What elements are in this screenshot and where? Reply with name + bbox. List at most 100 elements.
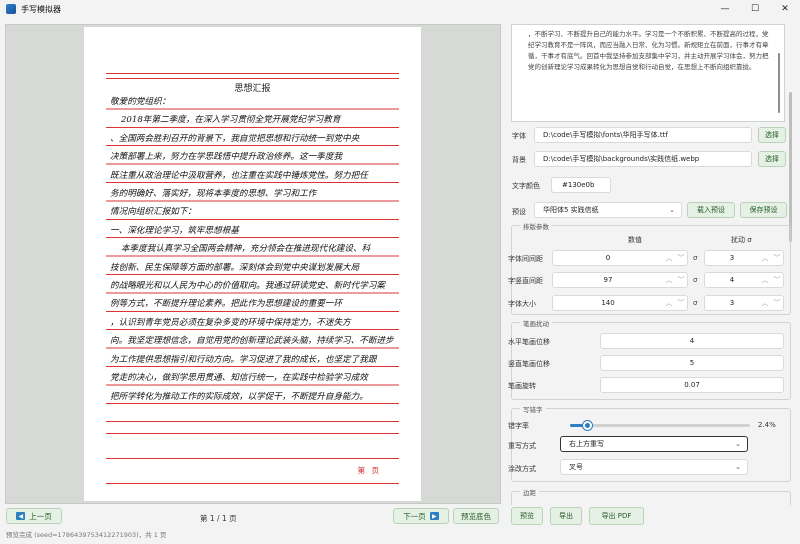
typo-rate-label: 错字率: [508, 422, 529, 430]
handwritten-body: 敬爱的党组织： 2018年第二季度，在深入学习贯彻全党开展党纪学习教育 、全国两会…: [110, 93, 395, 433]
preview-button[interactable]: 预览: [511, 507, 543, 525]
decrement-icon[interactable]: ﹀: [675, 275, 687, 285]
minimize-button[interactable]: —: [710, 0, 740, 18]
text-input-area[interactable]: ，不断学习、不断提升自己的能力水平。学习是一个不断积累、不断提高的过程，党纪学习…: [511, 24, 785, 122]
handwritten-line: 把所学转化为推动工作的实际成效，以学促干，不断提升自身能力。: [110, 391, 368, 402]
close-button[interactable]: ✕: [770, 0, 800, 18]
chevron-down-icon: ⌄: [735, 463, 741, 471]
layout-params-group: 排版参数 数值 扰动 σ 字体间间距 0 ︿ ﹀ σ 3 ︿ ﹀ 字竖直间距 9…: [508, 221, 791, 315]
increment-icon[interactable]: ︿: [663, 298, 675, 308]
next-page-button[interactable]: 下一页 ▶: [393, 508, 449, 524]
char-spacing-value: 0: [605, 254, 611, 262]
settings-panel: ，不断学习、不断提升自己的能力水平。学习是一个不断积累、不断提高的过程，党纪学习…: [506, 24, 794, 505]
font-size-spinbox[interactable]: 140 ︿ ﹀: [552, 295, 688, 311]
line-spacing-spinbox[interactable]: 97 ︿ ﹀: [552, 272, 688, 288]
background-path-field[interactable]: D:\code\手写模拟\backgrounds\实践信纸.webp: [534, 151, 752, 167]
erase-mode-select[interactable]: 叉号 ⌄: [560, 459, 748, 475]
char-spacing-label: 字体间间距: [508, 255, 543, 263]
decrement-icon[interactable]: ﹀: [675, 298, 687, 308]
handwritten-line: 务的明确好、落实好，现将本季度的思想、学习和工作: [110, 189, 317, 200]
font-select-button[interactable]: 选择: [758, 127, 786, 143]
font-label: 字体: [512, 132, 526, 140]
panel-scrollbar[interactable]: [789, 92, 792, 242]
text-input-content: ，不断学习、不断提升自己的能力水平。学习是一个不断积累、不断提高的过程，党纪学习…: [528, 30, 769, 71]
handwritten-line: ，认识到青年党员必须在复杂多变的环境中保持定力，不迷失方: [110, 317, 351, 328]
char-spacing-jitter-value: 3: [729, 254, 735, 262]
window-controls: — ☐ ✕: [710, 0, 800, 18]
increment-icon[interactable]: ︿: [759, 298, 771, 308]
line-spacing-jitter-value: 4: [729, 276, 735, 284]
text-color-field[interactable]: #130e0b: [551, 177, 611, 193]
font-size-jitter-spinbox[interactable]: 3 ︿ ﹀: [704, 295, 784, 311]
decrement-icon[interactable]: ﹀: [771, 275, 783, 285]
value-column-header: 数值: [628, 236, 642, 244]
rewrite-mode-select[interactable]: 右上方重写 ⌄: [560, 436, 748, 452]
chevron-down-icon: ⌄: [669, 206, 675, 214]
load-preset-button[interactable]: 载入预设: [687, 202, 735, 218]
handwritten-line: 既注重从政治理论中汲取营养，也注重在实践中锤炼党性。努力把任: [110, 170, 368, 181]
next-arrow-icon: ▶: [429, 512, 439, 520]
rewrite-mode-value: 右上方重写: [569, 440, 604, 448]
sigma-symbol: σ: [693, 299, 698, 307]
handwritten-line: 决策部署上来，努力在学思践悟中提升政治修养。这一季度我: [110, 152, 343, 163]
margin-group-title: 边距: [520, 487, 539, 497]
paper-footer-lines: [106, 433, 399, 459]
char-spacing-spinbox[interactable]: 0 ︿ ﹀: [552, 250, 688, 266]
preset-value: 华阳体5 实践信纸: [543, 206, 599, 214]
export-pdf-button[interactable]: 导出 PDF: [589, 507, 644, 525]
rewrite-mode-label: 重写方式: [508, 442, 536, 450]
margin-group: 边距: [511, 487, 791, 505]
increment-icon[interactable]: ︿: [759, 275, 771, 285]
erase-mode-label: 涂改方式: [508, 465, 536, 473]
line-spacing-label: 字竖直间距: [508, 277, 543, 285]
typo-group-title: 写错字: [520, 404, 546, 414]
char-spacing-jitter-spinbox[interactable]: 3 ︿ ﹀: [704, 250, 784, 266]
preset-select[interactable]: 华阳体5 实践信纸 ⌄: [534, 202, 682, 218]
line-spacing-jitter-spinbox[interactable]: 4 ︿ ﹀: [704, 272, 784, 288]
preview-bg-button[interactable]: 预览底色: [453, 508, 499, 524]
background-select-button[interactable]: 选择: [758, 151, 786, 167]
page-indicator: 第 1 / 1 页: [200, 514, 237, 523]
erase-mode-value: 叉号: [569, 463, 583, 471]
decrement-icon[interactable]: ﹀: [675, 253, 687, 263]
handwritten-line: 例等方式，不断提升理论素养。把此作为思想建设的重要一环: [110, 299, 343, 310]
typo-group: 写错字 错字率 2.4% 重写方式 右上方重写 ⌄ 涂改方式 叉号 ⌄: [508, 404, 791, 482]
font-path-field[interactable]: D:\code\手写模拟\fonts\华阳手写体.ttf: [534, 127, 752, 143]
paper-page: 思想汇报 敬爱的党组织： 2018年第二季度，在深入学习贯彻全党开展党纪学习教育…: [84, 27, 421, 501]
export-button[interactable]: 导出: [550, 507, 582, 525]
maximize-button[interactable]: ☐: [740, 0, 770, 18]
sigma-symbol: σ: [693, 254, 698, 262]
stroke-rotation-label: 笔画旋转: [508, 382, 536, 390]
handwritten-line: 情况向组织汇报如下：: [110, 207, 196, 218]
prev-page-button[interactable]: ◀ 上一页: [6, 508, 62, 524]
background-label: 背景: [512, 156, 526, 164]
handwritten-line: 为工作提供思想指引和行动方向。学习促进了我的成长，也坚定了我跟: [110, 354, 377, 365]
vertical-offset-field[interactable]: 5: [600, 355, 784, 371]
title-bar: 手写模拟器 — ☐ ✕: [0, 0, 800, 18]
decrement-icon[interactable]: ﹀: [771, 253, 783, 263]
paper-header-lines: [106, 73, 399, 79]
chevron-down-icon: ⌄: [735, 440, 741, 448]
stroke-rotation-field[interactable]: 0.07: [600, 377, 784, 393]
typo-rate-slider[interactable]: [570, 421, 750, 430]
preview-panel: 思想汇报 敬爱的党组织： 2018年第二季度，在深入学习贯彻全党开展党纪学习教育…: [5, 24, 501, 504]
font-size-jitter-value: 3: [729, 299, 735, 307]
textbox-scrollbar[interactable]: [778, 53, 780, 113]
prev-arrow-icon: ◀: [16, 512, 26, 520]
save-preset-button[interactable]: 保存预设: [740, 202, 787, 218]
increment-icon[interactable]: ︿: [663, 253, 675, 263]
typo-rate-knob[interactable]: [583, 421, 593, 430]
sigma-symbol: σ: [693, 276, 698, 284]
handwritten-line: 技创新、民生保障等方面的部署。深刻体会到党中央谋划发展大局: [110, 262, 360, 273]
horizontal-offset-field[interactable]: 4: [600, 333, 784, 349]
font-size-label: 字体大小: [508, 300, 536, 308]
horizontal-offset-label: 水平笔画位移: [508, 338, 550, 346]
vertical-offset-label: 竖直笔画位移: [508, 360, 550, 368]
text-color-label: 文字颜色: [512, 182, 540, 190]
increment-icon[interactable]: ︿: [759, 253, 771, 263]
app-icon: [6, 4, 16, 14]
line-spacing-value: 97: [603, 276, 613, 284]
paper-bottom-line: [106, 483, 399, 484]
increment-icon[interactable]: ︿: [663, 275, 675, 285]
decrement-icon[interactable]: ﹀: [771, 298, 783, 308]
